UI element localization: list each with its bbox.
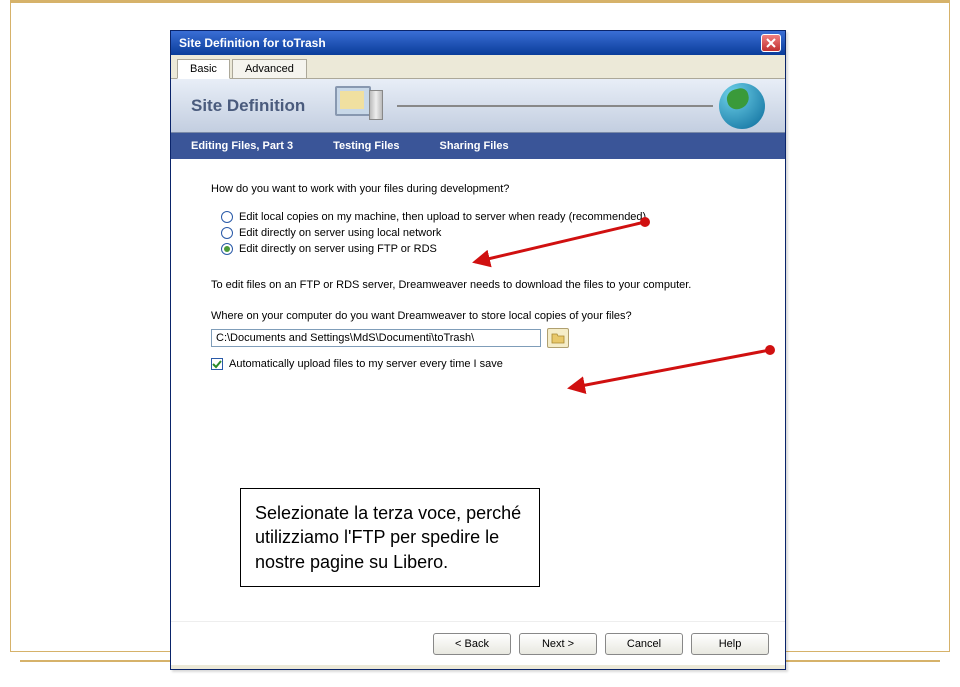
auto-upload-label: Automatically upload files to my server …	[229, 358, 503, 370]
checkmark-icon	[212, 359, 222, 369]
question-store-path: Where on your computer do you want Dream…	[211, 310, 745, 322]
explanation-note: To edit files on an FTP or RDS server, D…	[211, 277, 745, 294]
instruction-callout: Selezionate la terza voce, perché utiliz…	[240, 488, 540, 587]
radio-option-network[interactable]: Edit directly on server using local netw…	[221, 225, 745, 241]
auto-upload-checkbox[interactable]	[211, 358, 223, 370]
local-path-input[interactable]	[211, 329, 541, 347]
auto-upload-row[interactable]: Automatically upload files to my server …	[211, 358, 745, 370]
nav-testing-files[interactable]: Testing Files	[333, 140, 399, 152]
radio-icon	[221, 243, 233, 255]
wizard-title: Site Definition	[191, 96, 305, 116]
path-row	[211, 328, 745, 348]
nav-sharing-files[interactable]: Sharing Files	[440, 140, 509, 152]
nav-editing-files[interactable]: Editing Files, Part 3	[191, 140, 293, 152]
header-graphic	[335, 83, 785, 129]
radio-label: Edit directly on server using local netw…	[239, 227, 441, 239]
radio-group-workflow: Edit local copies on my machine, then up…	[221, 209, 745, 257]
wizard-header: Site Definition	[171, 79, 785, 133]
folder-icon	[551, 332, 565, 344]
cable-line	[397, 105, 713, 107]
next-button[interactable]: Next >	[519, 633, 597, 655]
button-bar: < Back Next > Cancel Help	[171, 621, 785, 665]
tab-basic[interactable]: Basic	[177, 59, 230, 79]
tab-strip: Basic Advanced	[171, 55, 785, 79]
radio-label: Edit local copies on my machine, then up…	[239, 211, 646, 223]
close-button[interactable]	[761, 34, 781, 52]
browse-folder-button[interactable]	[547, 328, 569, 348]
wizard-nav: Editing Files, Part 3 Testing Files Shar…	[171, 133, 785, 159]
question-dev-workflow: How do you want to work with your files …	[211, 183, 745, 195]
tab-advanced[interactable]: Advanced	[232, 59, 307, 78]
computer-icon	[335, 86, 391, 126]
titlebar: Site Definition for toTrash	[171, 31, 785, 55]
radio-icon	[221, 211, 233, 223]
radio-icon	[221, 227, 233, 239]
globe-icon	[719, 83, 765, 129]
cancel-button[interactable]: Cancel	[605, 633, 683, 655]
radio-option-local[interactable]: Edit local copies on my machine, then up…	[221, 209, 745, 225]
titlebar-text: Site Definition for toTrash	[179, 36, 761, 50]
help-button[interactable]: Help	[691, 633, 769, 655]
radio-option-ftp[interactable]: Edit directly on server using FTP or RDS	[221, 241, 745, 257]
radio-label: Edit directly on server using FTP or RDS	[239, 243, 437, 255]
back-button[interactable]: < Back	[433, 633, 511, 655]
